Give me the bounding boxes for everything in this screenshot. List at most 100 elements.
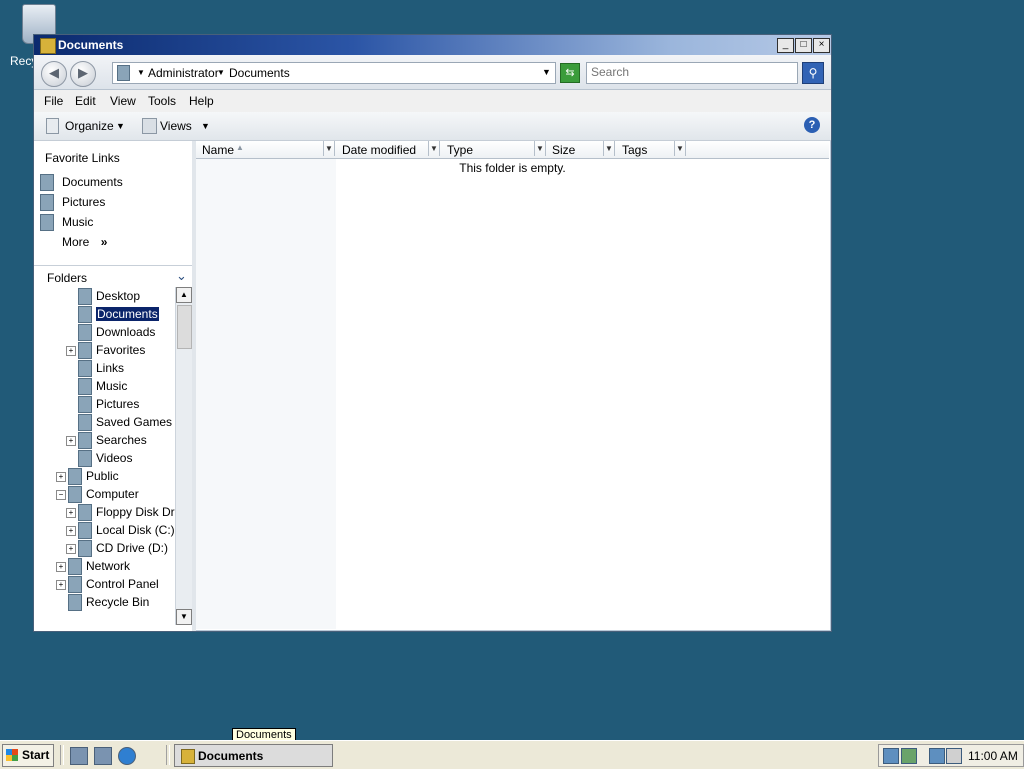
close-button[interactable]: × [813,38,830,53]
volume-muted-icon[interactable] [946,748,962,764]
chevron-right-icon: » [100,235,108,249]
folder-tree-label: Network [86,559,131,573]
expand-icon[interactable]: + [66,526,76,536]
collapse-icon[interactable]: − [56,490,66,500]
taskbar-button-documents[interactable]: Documents [174,744,333,767]
folder-icon [68,486,82,503]
expand-icon[interactable]: + [66,436,76,446]
maximize-button[interactable]: □ [795,38,812,53]
organize-button[interactable]: Organize [65,119,114,133]
folder-icon [78,522,92,539]
search-input[interactable] [587,63,795,81]
tree-scrollbar[interactable]: ▲ ▼ [175,287,192,625]
folder-tree-item[interactable]: Desktop [34,287,175,305]
column-type[interactable]: Type [447,143,473,157]
network-tray-icon[interactable] [883,748,899,764]
column-headers: Name ▲ ▼ Date modified ▼ Type ▼ Size ▼ T… [196,141,829,159]
internet-explorer-icon[interactable] [118,747,136,765]
views-button[interactable]: Views [160,119,192,133]
navigation-pane: Favorite Links Documents Pictures Music … [34,141,196,631]
file-list-pane[interactable]: Name ▲ ▼ Date modified ▼ Type ▼ Size ▼ T… [196,141,829,629]
folder-tree-item[interactable]: Downloads [34,323,175,341]
back-button[interactable]: ◀ [41,61,67,87]
security-tray-icon[interactable] [901,748,917,764]
breadcrumb-documents[interactable]: Documents [229,66,290,80]
folder-tree-item[interactable]: + Searches [34,431,175,449]
folder-tree-item[interactable]: + CD Drive (D:) [34,539,175,557]
folder-tree-item[interactable]: + Control Panel [34,575,175,593]
folder-tree-item[interactable]: Videos [34,449,175,467]
expand-icon[interactable]: + [66,544,76,554]
address-dropdown-icon[interactable]: ▼ [542,67,551,77]
folder-tree-label: Saved Games [96,415,173,429]
show-desktop-icon[interactable] [94,747,112,765]
expand-icon[interactable]: + [66,346,76,356]
column-filter-icon[interactable]: ▼ [603,141,615,156]
documents-folder-icon [117,65,130,81]
expand-icon[interactable]: + [56,472,66,482]
clock[interactable]: 11:00 AM [968,749,1018,763]
breadcrumb-administrator[interactable]: Administrator [148,66,219,80]
address-field[interactable]: ▼ Administrator ▼ Documents ▼ [112,62,556,84]
expand-icon[interactable]: + [66,508,76,518]
server-manager-icon[interactable] [70,747,88,765]
taskbar-divider [166,745,170,765]
scroll-up-arrow-icon[interactable]: ▲ [176,287,192,303]
forward-button[interactable]: ▶ [70,61,96,87]
menu-edit[interactable]: Edit [75,94,96,108]
expand-icon[interactable]: + [56,580,66,590]
forward-arrow-icon: ▶ [78,65,88,80]
folder-tree-item[interactable]: + Floppy Disk Drive [34,503,190,521]
minimize-button[interactable]: _ [777,38,794,53]
folder-icon [78,288,92,305]
column-filter-icon[interactable]: ▼ [534,141,546,156]
folder-tree-item[interactable]: Documents [34,305,175,323]
taskbar: Start Documents 11:00 AM [0,740,1024,769]
column-size[interactable]: Size [552,143,575,157]
help-icon[interactable]: ? [804,117,820,133]
expand-icon[interactable]: + [56,562,66,572]
more-links-button[interactable]: More » [62,235,107,249]
column-name[interactable]: Name [202,143,234,157]
column-filter-icon[interactable]: ▼ [674,141,686,156]
folder-tree-item[interactable]: Links [34,359,175,377]
folder-tree-item[interactable]: Recycle Bin [34,593,175,611]
breadcrumb-arrow-icon[interactable]: ▼ [137,68,145,77]
sort-ascending-icon: ▲ [236,143,244,152]
folder-icon [78,378,92,395]
folder-tree-item[interactable]: Music [34,377,175,395]
scroll-down-arrow-icon[interactable]: ▼ [176,609,192,625]
folder-tree-item[interactable]: + Public [34,467,175,485]
folder-icon [78,414,92,431]
column-filter-icon[interactable]: ▼ [428,141,440,156]
folder-tree-label: Recycle Bin [86,595,150,609]
folder-tree-item[interactable]: Saved Games [34,413,175,431]
menu-file[interactable]: File [44,94,63,108]
empty-folder-message: This folder is empty. [459,161,566,175]
computer-tray-icon[interactable] [929,748,945,764]
column-date-modified[interactable]: Date modified [342,143,416,157]
folder-tree-item[interactable]: + Local Disk (C:) [34,521,175,539]
folders-header[interactable]: Folders ⌄ [34,265,192,288]
menu-help[interactable]: Help [189,94,214,108]
start-button[interactable]: Start [2,744,54,767]
search-button[interactable]: ⚲ [802,62,824,84]
folder-tree-label: Downloads [96,325,156,339]
scrollbar-thumb[interactable] [177,305,192,349]
folder-tree-item[interactable]: − Computer [34,485,175,503]
column-filter-icon[interactable]: ▼ [323,141,335,156]
folder-tree-item[interactable]: + Network [34,557,175,575]
folder-tree-item[interactable]: + Favorites [34,341,175,359]
folder-tree-item[interactable]: Pictures [34,395,175,413]
folder-icon [68,558,82,575]
column-tags[interactable]: Tags [622,143,647,157]
organize-dropdown-icon[interactable]: ▼ [116,121,125,131]
menu-tools[interactable]: Tools [148,94,176,108]
menu-view[interactable]: View [110,94,136,108]
search-box[interactable] [586,62,798,84]
folder-tree-label: Desktop [96,289,141,303]
refresh-button[interactable]: ⇆ [560,63,580,83]
title-bar[interactable]: Documents _ □ × [34,35,831,55]
breadcrumb-arrow-icon[interactable]: ▼ [217,68,225,77]
views-dropdown-icon[interactable]: ▼ [201,121,210,131]
